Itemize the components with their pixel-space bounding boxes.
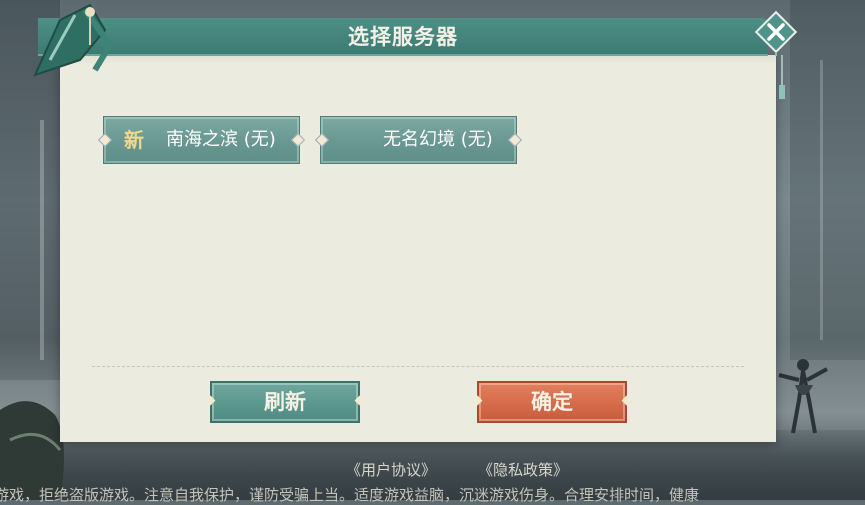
- refresh-button[interactable]: 刷新: [210, 381, 360, 423]
- close-button[interactable]: [752, 8, 800, 56]
- dialog-title-bar: 选择服务器: [38, 18, 768, 56]
- dialog-title: 选择服务器: [348, 24, 458, 49]
- divider: [92, 366, 744, 367]
- character-figure-right: [778, 359, 828, 434]
- server-button-wuming[interactable]: 无名幻境 (无): [320, 116, 517, 164]
- server-label: 南海之滨 (无): [166, 129, 276, 150]
- server-button-nanhai[interactable]: 新 南海之滨 (无): [103, 116, 300, 164]
- health-notice: 游戏，拒绝盗版游戏。注意自我保护，谨防受骗上当。适度游戏益脑，沉迷游戏伤身。合理…: [0, 486, 700, 504]
- server-label: 无名幻境 (无): [383, 129, 493, 150]
- server-select-dialog: [60, 55, 776, 442]
- close-icon: [754, 10, 798, 56]
- privacy-policy-link[interactable]: 《隐私政策》: [478, 459, 568, 480]
- confirm-button[interactable]: 确定: [477, 381, 627, 423]
- footer-links: 《用户协议》 《隐私政策》: [0, 459, 865, 479]
- user-agreement-link[interactable]: 《用户协议》: [346, 459, 436, 480]
- ornament-decoration-icon: [33, 3, 114, 77]
- new-badge: 新: [124, 128, 144, 152]
- tassel-icon: [779, 55, 785, 99]
